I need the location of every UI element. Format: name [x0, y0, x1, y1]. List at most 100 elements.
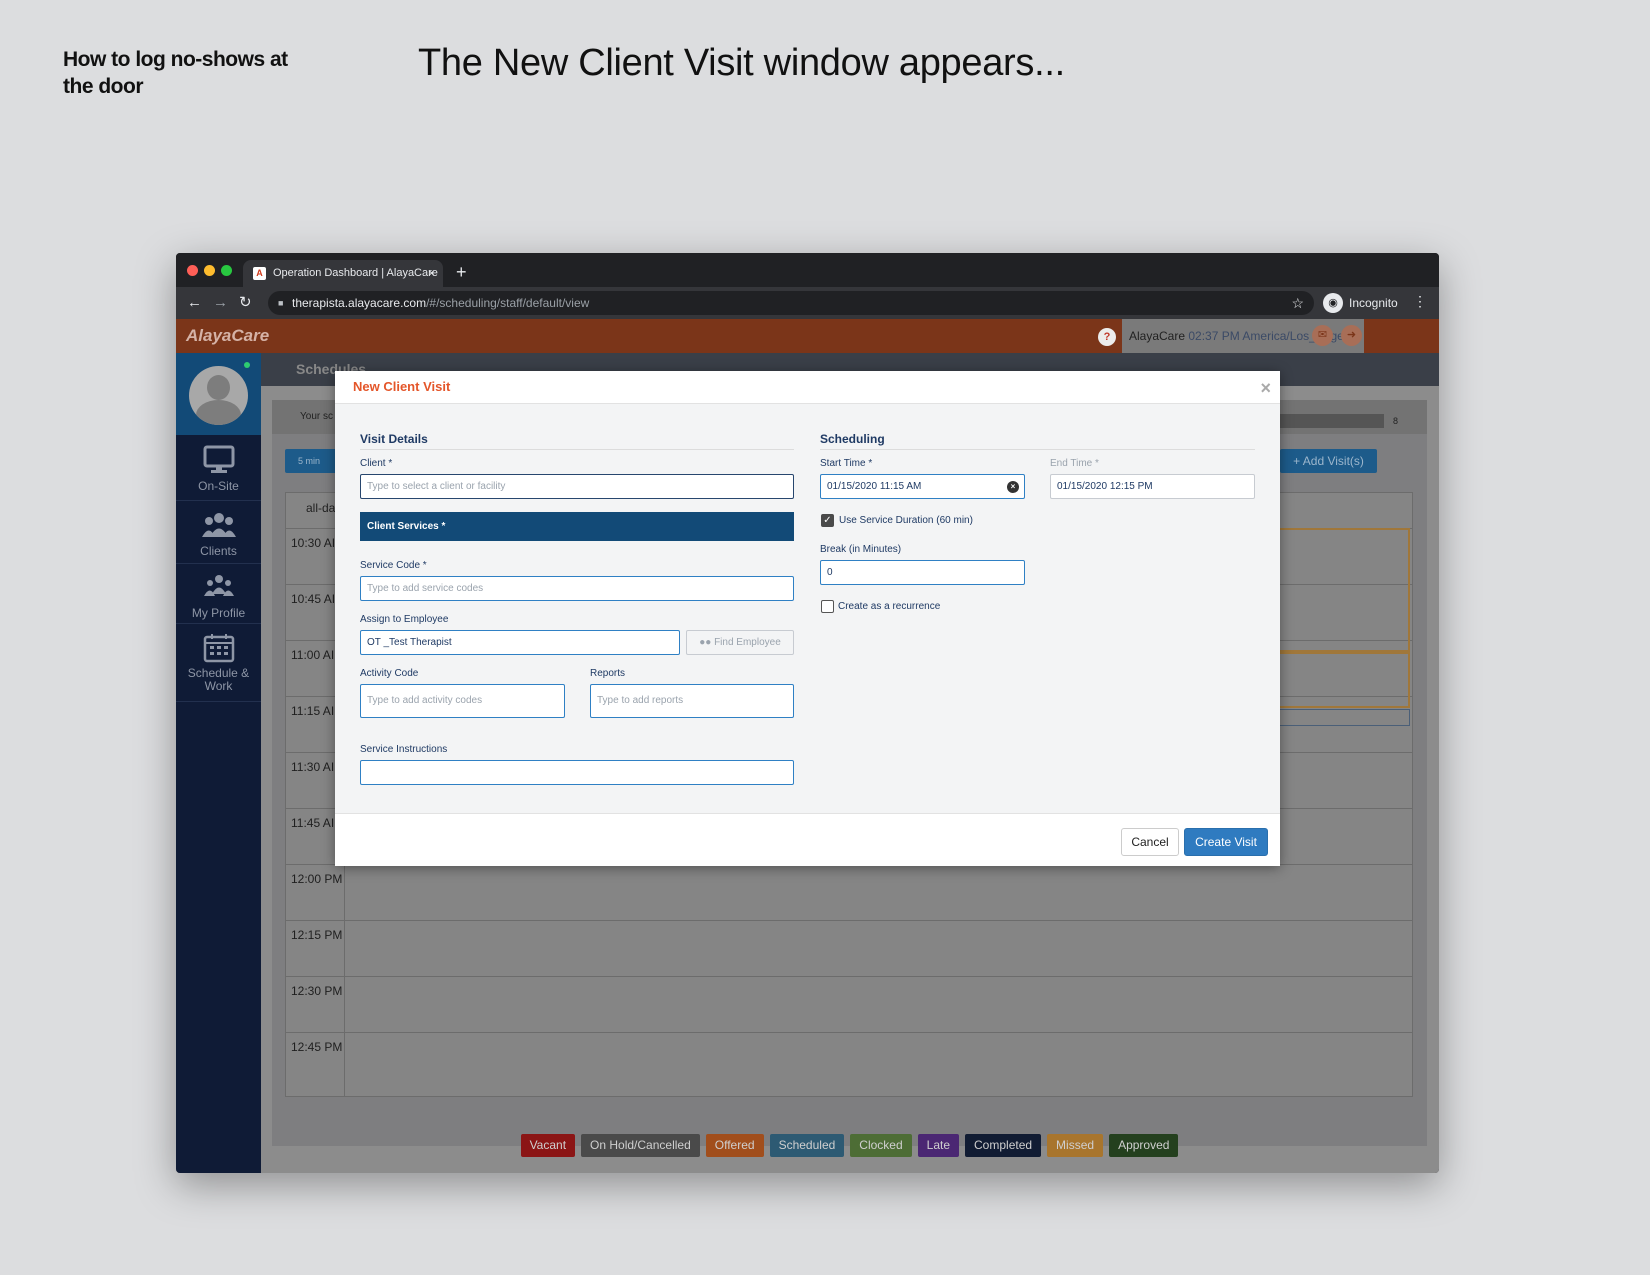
- alayacare-logo[interactable]: AlayaCare: [186, 323, 269, 349]
- reload-icon[interactable]: ↻: [239, 293, 252, 313]
- new-tab-button[interactable]: +: [456, 260, 467, 284]
- time-label: 11:00 AI: [291, 648, 335, 662]
- bookmark-star-icon[interactable]: ☆: [1291, 291, 1304, 315]
- end-time-input[interactable]: 01/15/2020 12:15 PM: [1050, 474, 1255, 499]
- back-arrow-icon[interactable]: ←: [187, 293, 202, 313]
- slide-side-title: How to log no-shows at the door: [63, 48, 288, 98]
- logout-icon[interactable]: ➜: [1341, 325, 1362, 346]
- user-name: AlayaCare: [1129, 329, 1186, 343]
- status-legend: Vacant On Hold/Cancelled Offered Scheduled C…: [272, 1134, 1427, 1157]
- client-services-panel[interactable]: Client Services *: [360, 512, 794, 541]
- time-label: 12:15 PM: [291, 928, 343, 942]
- recurrence-checkbox[interactable]: [821, 600, 834, 613]
- mail-icon[interactable]: ✉: [1312, 325, 1333, 346]
- slide-main-title: The New Client Visit window appears...: [418, 42, 1065, 84]
- tab-title: Operation Dashboard | AlayaCare: [273, 267, 438, 279]
- find-employee-button[interactable]: ●● Find Employee: [686, 630, 794, 655]
- activity-code-input[interactable]: Type to add activity codes: [360, 684, 565, 718]
- calendar-event[interactable]: [1269, 709, 1410, 726]
- sidebar-item-label: Schedule & Work: [187, 666, 250, 693]
- service-code-label: Service Code *: [360, 560, 427, 571]
- legend-badge-approved: Approved: [1109, 1134, 1179, 1157]
- close-icon[interactable]: ×: [1260, 379, 1271, 397]
- assign-employee-input[interactable]: OT _Test Therapist: [360, 630, 680, 655]
- add-visit-button[interactable]: + Add Visit(s): [1280, 449, 1377, 473]
- tab-bar: A Operation Dashboard | AlayaCare × +: [176, 253, 1439, 287]
- time-label: 10:45 AI: [291, 592, 336, 606]
- interval-dropdown[interactable]: 5 min: [285, 449, 340, 473]
- browser-menu-icon[interactable]: ⋮: [1413, 293, 1427, 310]
- online-status-icon: [244, 362, 250, 368]
- time-label: 12:45 PM: [291, 1040, 343, 1054]
- time-label: 11:15 AI: [291, 704, 335, 718]
- browser-tab[interactable]: A Operation Dashboard | AlayaCare ×: [243, 260, 443, 287]
- legend-badge-missed: Missed: [1047, 1134, 1104, 1157]
- reports-label: Reports: [590, 668, 626, 679]
- use-duration-label: Use Service Duration (60 min): [839, 515, 973, 526]
- help-icon[interactable]: ?: [1098, 328, 1116, 346]
- end-time-label: End Time *: [1050, 458, 1099, 469]
- time-slot[interactable]: 12:30 PM: [286, 976, 1412, 1032]
- calendar-icon: [203, 634, 234, 663]
- time-label: 12:30 PM: [291, 984, 343, 998]
- recurrence-label: Create as a recurrence: [838, 601, 941, 612]
- url-domain: therapista.alayacare.com: [292, 296, 427, 310]
- time-label: 12:00 PM: [291, 872, 343, 886]
- maximize-window-button[interactable]: [221, 265, 232, 276]
- time-slot[interactable]: 12:00 PM: [286, 864, 1412, 920]
- time-slot[interactable]: 12:15 PM: [286, 920, 1412, 976]
- client-label: Client *: [360, 458, 393, 469]
- legend-badge-scheduled: Scheduled: [769, 1134, 845, 1157]
- close-window-button[interactable]: [187, 265, 198, 276]
- service-instructions-label: Service Instructions: [360, 744, 448, 755]
- calendar-event[interactable]: [1269, 652, 1410, 708]
- modal-title: New Client Visit: [353, 379, 451, 394]
- modal-header: New Client Visit ×: [335, 371, 1280, 404]
- legend-badge-late: Late: [917, 1134, 960, 1157]
- profile-icon: [203, 575, 234, 596]
- sidebar-item-label: My Profile: [191, 606, 246, 620]
- current-time: 02:37 PM: [1188, 329, 1240, 343]
- profile-panel[interactable]: [176, 353, 261, 435]
- app-header: AlayaCare ? AlayaCare 02:37 PM America/L…: [176, 319, 1439, 353]
- sidebar-item-label: On-Site: [198, 479, 239, 493]
- client-input[interactable]: Type to select a client or facility: [360, 474, 794, 499]
- url-field[interactable]: ■ therapista.alayacare.com/#/scheduling/…: [268, 291, 1314, 315]
- start-time-label: Start Time *: [820, 458, 873, 469]
- calendar-event[interactable]: [1269, 528, 1410, 652]
- service-instructions-input[interactable]: [360, 760, 794, 785]
- break-label: Break (in Minutes): [820, 544, 902, 555]
- incognito-label: Incognito: [1349, 296, 1398, 310]
- sidebar-item-my-profile[interactable]: My Profile: [176, 564, 261, 624]
- legend-badge-clocked: Clocked: [850, 1134, 912, 1157]
- tab-close-icon[interactable]: ×: [428, 260, 435, 287]
- minimize-window-button[interactable]: [204, 265, 215, 276]
- new-client-visit-modal: New Client Visit × Visit Details Schedul…: [335, 371, 1280, 866]
- incognito-indicator[interactable]: ◉ Incognito: [1323, 290, 1398, 316]
- create-visit-button[interactable]: Create Visit: [1184, 828, 1268, 856]
- cancel-button[interactable]: Cancel: [1121, 828, 1179, 856]
- url-path: /#/scheduling/staff/default/view: [426, 296, 590, 310]
- service-code-input[interactable]: Type to add service codes: [360, 576, 794, 601]
- incognito-icon: ◉: [1323, 293, 1343, 313]
- sidebar-item-on-site[interactable]: On-Site: [176, 435, 261, 501]
- sidebar-item-label: Clients: [200, 544, 237, 558]
- legend-badge-completed: Completed: [965, 1134, 1042, 1157]
- start-time-input[interactable]: 01/15/2020 11:15 AM ×: [820, 474, 1025, 499]
- assign-employee-label: Assign to Employee: [360, 614, 449, 625]
- sidebar: On-Site Clients My Profile Schedule & Wo…: [176, 353, 261, 1173]
- sidebar-item-schedule-work[interactable]: Schedule & Work: [176, 624, 261, 702]
- reports-input[interactable]: Type to add reports: [590, 684, 794, 718]
- time-label: 11:45 AI: [291, 816, 335, 830]
- modal-footer: Cancel Create Visit: [335, 813, 1280, 866]
- clear-icon[interactable]: ×: [1007, 481, 1019, 493]
- break-input[interactable]: 0: [820, 560, 1025, 585]
- time-slot[interactable]: 12:45 PM: [286, 1032, 1412, 1088]
- forward-arrow-icon[interactable]: →: [213, 293, 228, 313]
- use-duration-checkbox[interactable]: ✓: [821, 514, 834, 527]
- avatar: [189, 366, 248, 425]
- hours-max: 8: [1393, 416, 1399, 426]
- sidebar-item-clients[interactable]: Clients: [176, 501, 261, 564]
- legend-badge-offered: Offered: [705, 1134, 764, 1157]
- start-time-value: 01/15/2020 11:15 AM: [827, 481, 922, 492]
